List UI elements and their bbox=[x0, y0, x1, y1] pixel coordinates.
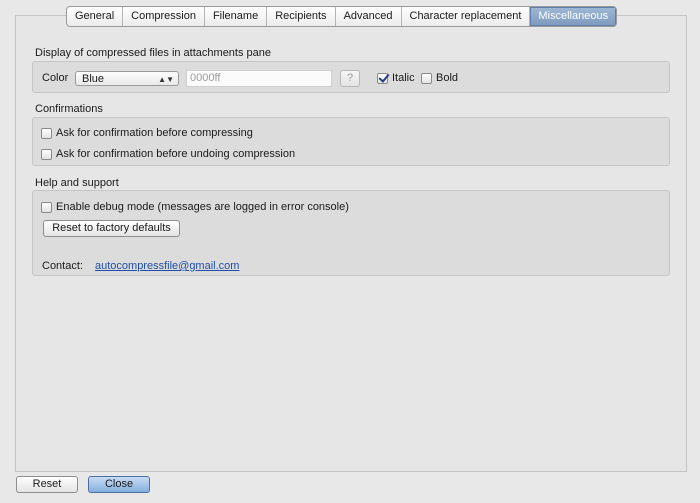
debug-mode-checkbox[interactable] bbox=[41, 201, 52, 213]
help-section-title: Help and support bbox=[35, 177, 119, 189]
debug-mode-label: Enable debug mode (messages are logged i… bbox=[56, 201, 349, 213]
contact-label: Contact: bbox=[42, 260, 83, 272]
tab-advanced[interactable]: Advanced bbox=[336, 7, 402, 26]
tab-compression[interactable]: Compression bbox=[123, 7, 205, 26]
tab-filename[interactable]: Filename bbox=[205, 7, 268, 26]
tab-character-replacement[interactable]: Character replacement bbox=[402, 7, 531, 26]
color-help-button[interactable]: ? bbox=[340, 70, 360, 87]
color-hex-input[interactable]: 0000ff bbox=[186, 70, 332, 87]
color-label: Color bbox=[42, 72, 69, 84]
debug-mode-option[interactable]: Enable debug mode (messages are logged i… bbox=[41, 201, 349, 213]
confirm-undo-label: Ask for confirmation before undoing comp… bbox=[56, 148, 296, 160]
confirm-undo-checkbox[interactable] bbox=[41, 148, 52, 160]
close-button[interactable]: Close bbox=[88, 476, 150, 493]
color-select[interactable]: Blue ▲▼ bbox=[75, 71, 179, 86]
contact-email-link[interactable]: autocompressfile@gmail.com bbox=[95, 260, 239, 272]
confirmations-section-title: Confirmations bbox=[35, 103, 103, 115]
tab-bar: General Compression Filename Recipients … bbox=[66, 6, 618, 27]
color-hex-placeholder: 0000ff bbox=[190, 72, 221, 84]
chevron-updown-icon: ▲▼ bbox=[158, 75, 174, 84]
reset-factory-defaults-button[interactable]: Reset to factory defaults bbox=[43, 220, 180, 237]
reset-button[interactable]: Reset bbox=[16, 476, 78, 493]
confirm-compress-checkbox[interactable] bbox=[41, 127, 52, 139]
color-select-value: Blue bbox=[82, 73, 105, 85]
bold-option[interactable]: Bold bbox=[421, 72, 458, 84]
confirm-compress-label: Ask for confirmation before compressing bbox=[56, 127, 253, 139]
italic-option[interactable]: Italic bbox=[377, 72, 415, 84]
bold-label: Bold bbox=[436, 72, 459, 84]
confirm-compress-option[interactable]: Ask for confirmation before compressing bbox=[41, 127, 253, 139]
display-section-title: Display of compressed files in attachmen… bbox=[35, 47, 272, 59]
confirm-undo-option[interactable]: Ask for confirmation before undoing comp… bbox=[41, 148, 295, 160]
tab-miscellaneous[interactable]: Miscellaneous bbox=[530, 7, 617, 26]
tab-recipients[interactable]: Recipients bbox=[267, 7, 336, 26]
italic-checkbox[interactable] bbox=[377, 72, 388, 84]
tab-general[interactable]: General bbox=[67, 7, 124, 26]
bold-checkbox[interactable] bbox=[421, 72, 432, 84]
italic-label: Italic bbox=[392, 72, 415, 84]
